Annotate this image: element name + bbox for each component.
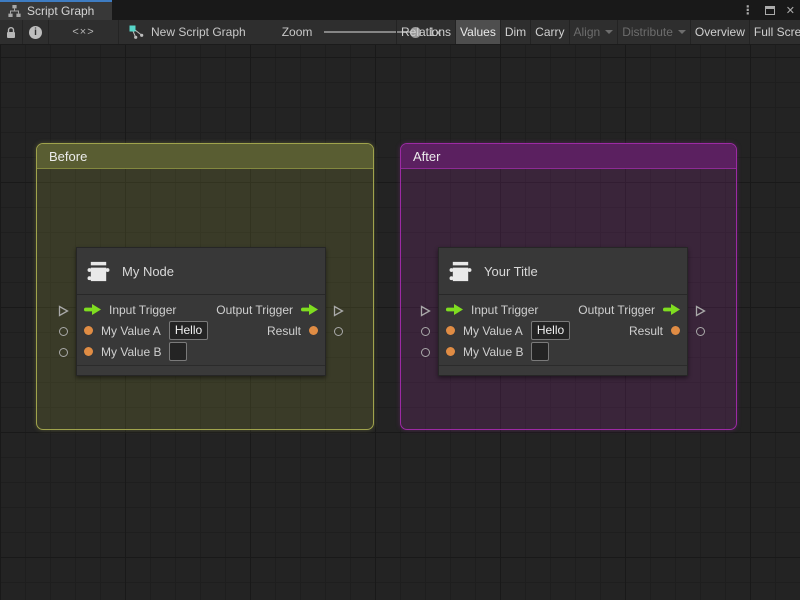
lock-icon [5,26,17,39]
maximize-icon[interactable] [765,6,775,15]
node-my-node[interactable]: My Node Input Trigger Output Trigger [76,247,326,376]
info-icon: i [29,26,42,39]
overview-button[interactable]: Overview [690,20,749,44]
code-preview-button[interactable]: <×> [49,20,119,44]
graph-hierarchy-icon [8,5,21,17]
align-dropdown[interactable]: Align [569,20,618,44]
unit-icon [86,259,111,284]
new-script-graph-button[interactable]: New Script Graph [119,20,256,44]
trigger-row: Input Trigger Output Trigger [439,299,687,320]
node-header[interactable]: Your Title [439,248,687,295]
new-graph-icon [129,25,144,39]
input-trigger-label: Input Trigger [471,303,538,317]
external-flow-input-port[interactable] [420,304,431,322]
new-graph-label: New Script Graph [151,25,246,39]
node-body: Input Trigger Output Trigger My Value A … [439,295,687,365]
group-before-header[interactable]: Before [37,144,373,169]
result-label: Result [267,324,301,338]
external-flow-output-port[interactable] [695,304,706,322]
value-port-icon[interactable] [84,347,93,356]
flow-arrow-icon[interactable] [84,304,101,315]
tab-bar: Script Graph ⋮ ✕ [0,0,800,20]
distribute-dropdown[interactable]: Distribute [617,20,690,44]
value-b-row: My Value B [77,341,325,362]
dim-toggle[interactable]: Dim [500,20,530,44]
node-header[interactable]: My Node [77,248,325,295]
code-toggle-label: <×> [72,26,94,38]
value-a-label: My Value A [101,324,161,338]
lock-button[interactable] [0,20,23,44]
value-a-row: My Value A Hello Result [439,320,687,341]
external-flow-output-port[interactable] [333,304,344,322]
value-port-icon[interactable] [446,347,455,356]
value-a-field[interactable]: Hello [531,321,570,340]
value-a-field[interactable]: Hello [169,321,208,340]
toolbar-left: i <×> New Script Graph Zoom [0,20,441,44]
external-value-a-port[interactable] [421,327,430,336]
value-b-row: My Value B [439,341,687,362]
value-b-field[interactable] [531,342,549,361]
value-a-label: My Value A [463,324,523,338]
value-b-label: My Value B [463,345,523,359]
toolbar-right: Relations Values Dim Carry Align Distrib… [396,20,800,44]
node-footer [77,365,325,375]
value-b-label: My Value B [101,345,161,359]
script-graph-window: Script Graph ⋮ ✕ i <×> [0,0,800,600]
flow-arrow-icon[interactable] [663,304,680,315]
relations-toggle[interactable]: Relations [396,20,455,44]
value-port-icon[interactable] [671,326,680,335]
tab-script-graph[interactable]: Script Graph [0,0,112,20]
chevron-down-icon [605,30,613,34]
graph-toolbar: i <×> New Script Graph Zoom [0,20,800,45]
chevron-down-icon [678,30,686,34]
node-title: Your Title [484,264,538,279]
value-b-field[interactable] [169,342,187,361]
trigger-row: Input Trigger Output Trigger [77,299,325,320]
zoom-label: Zoom [282,25,313,39]
node-footer [439,365,687,375]
close-icon[interactable]: ✕ [786,4,795,17]
output-trigger-label: Output Trigger [216,303,293,317]
node-your-title[interactable]: Your Title Input Trigger Output Trigger [438,247,688,376]
unit-icon [448,259,473,284]
node-title: My Node [122,264,174,279]
fullscreen-button[interactable]: Full Screen [749,20,800,44]
inspect-button[interactable]: i [23,20,49,44]
tab-title: Script Graph [27,4,94,18]
carry-toggle[interactable]: Carry [530,20,568,44]
window-controls: ⋮ ✕ [742,0,795,20]
output-trigger-label: Output Trigger [578,303,655,317]
input-trigger-label: Input Trigger [109,303,176,317]
value-a-row: My Value A Hello Result [77,320,325,341]
distribute-label: Distribute [622,25,673,39]
external-result-port[interactable] [334,327,343,336]
external-value-b-port[interactable] [59,348,68,357]
flow-arrow-icon[interactable] [301,304,318,315]
value-port-icon[interactable] [309,326,318,335]
group-title: Before [49,149,87,164]
result-label: Result [629,324,663,338]
external-value-a-port[interactable] [59,327,68,336]
window-menu-icon[interactable]: ⋮ [742,3,754,17]
group-after-header[interactable]: After [401,144,736,169]
external-result-port[interactable] [696,327,705,336]
flow-arrow-icon[interactable] [446,304,463,315]
align-label: Align [574,25,601,39]
external-value-b-port[interactable] [421,348,430,357]
value-port-icon[interactable] [84,326,93,335]
value-port-icon[interactable] [446,326,455,335]
node-body: Input Trigger Output Trigger My Value A … [77,295,325,365]
group-title: After [413,149,440,164]
values-toggle[interactable]: Values [455,20,500,44]
external-flow-input-port[interactable] [58,304,69,322]
